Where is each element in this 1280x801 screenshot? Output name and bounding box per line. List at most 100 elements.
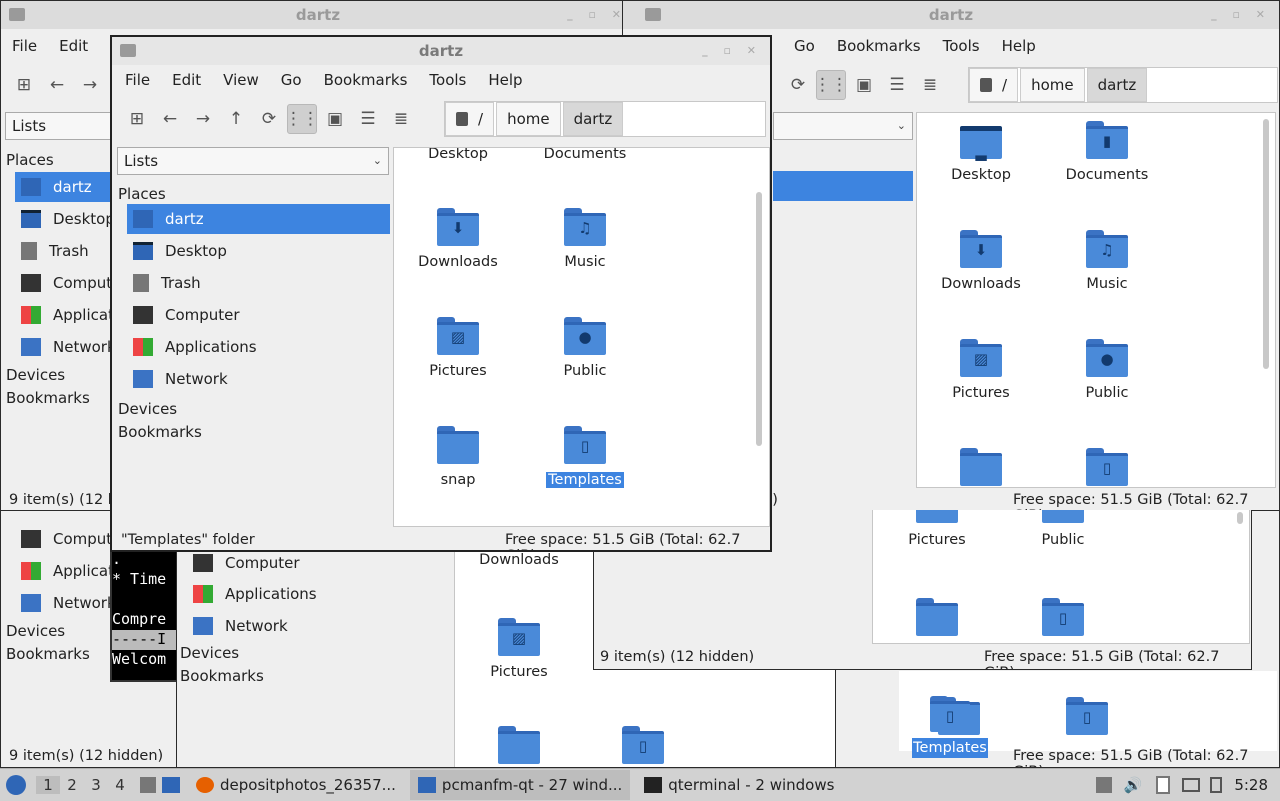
sidebar-item-computer[interactable]: Compute (15, 524, 121, 554)
task-pcmanfm[interactable]: pcmanfm-qt - 27 wind... (409, 770, 631, 800)
path-root[interactable]: / (445, 102, 495, 136)
file-item[interactable]: Public (1003, 510, 1123, 548)
sidebar-item-network[interactable]: Network (187, 611, 288, 641)
task-qterminal[interactable]: qterminal - 2 windows (636, 770, 842, 800)
file-item[interactable]: ▨ Pictures (921, 339, 1041, 401)
file-item[interactable]: Desktop (398, 148, 518, 162)
sidebar-item-trash[interactable]: Trash (127, 268, 201, 298)
sidebar-item-desktop[interactable]: Desktop (127, 236, 227, 266)
workspace-3[interactable]: 3 (84, 776, 108, 794)
file-item[interactable] (877, 598, 997, 643)
window-title-bar[interactable]: dartz _ ▫ ✕ (623, 1, 1279, 29)
menu-edit[interactable]: Edit (48, 37, 99, 55)
sidebar-item-computer[interactable]: Computer (187, 548, 300, 578)
up-icon[interactable]: ↑ (221, 104, 251, 134)
task-firefox[interactable]: depositphotos_26357... (188, 770, 404, 800)
window-controls[interactable]: _ ▫ ✕ (567, 1, 627, 29)
menu-file[interactable]: File (1, 37, 48, 55)
side-pane-mode[interactable]: Lists ⌄ (117, 147, 389, 175)
menu-view[interactable]: View (212, 71, 270, 89)
file-item[interactable]: ⬇ Downloads (921, 230, 1041, 292)
volume-icon[interactable]: 🔊 (1124, 776, 1143, 794)
side-pane-combo[interactable]: ⌄ (773, 112, 913, 140)
clock[interactable]: 5:28 (1234, 776, 1268, 794)
file-manager-launcher-icon[interactable] (140, 777, 156, 793)
menu-file[interactable]: File (114, 71, 161, 89)
back-icon[interactable]: ← (155, 104, 185, 134)
sidebar-item-network[interactable]: Network (15, 588, 116, 618)
forward-icon[interactable]: → (188, 104, 218, 134)
thumbnail-view-icon[interactable]: ▣ (849, 70, 879, 100)
file-item[interactable] (459, 726, 579, 767)
path-bar[interactable]: / home dartz (968, 67, 1278, 103)
icon-view-icon[interactable]: ⋮⋮ (285, 104, 319, 134)
file-item[interactable]: ▮ Documents (1047, 121, 1167, 183)
file-item[interactable]: ● Public (1047, 339, 1167, 401)
compact-view-icon[interactable]: ☰ (353, 104, 383, 134)
menu-bookmarks[interactable]: Bookmarks (826, 37, 932, 55)
menu-edit[interactable]: Edit (161, 71, 212, 89)
file-item[interactable]: snap (398, 426, 518, 488)
file-item[interactable]: ▯ (1027, 697, 1147, 743)
menu-tools[interactable]: Tools (932, 37, 991, 55)
file-item[interactable] (921, 448, 1041, 487)
menu-go[interactable]: Go (783, 37, 826, 55)
sidebar-item-applications[interactable]: Applications (127, 332, 257, 362)
file-view[interactable]: Pictures Public ▯ (872, 510, 1250, 644)
sidebar-item-network[interactable]: Network (15, 332, 116, 362)
eject-icon[interactable] (1095, 777, 1112, 793)
window-title-bar[interactable]: dartz _ ▫ ✕ (1, 1, 635, 29)
file-item[interactable]: Documents (525, 148, 645, 162)
reload-icon[interactable]: ⟳ (254, 104, 284, 134)
scrollbar[interactable] (1263, 119, 1269, 369)
forward-icon[interactable]: → (75, 70, 105, 100)
file-item[interactable]: ● Public (525, 317, 645, 379)
file-item[interactable]: ▯ (583, 726, 703, 767)
scrollbar[interactable] (1237, 512, 1243, 524)
file-item[interactable]: ▯ (1003, 598, 1123, 643)
sidebar-item-dartz[interactable]: dartz (15, 172, 115, 202)
workspace-2[interactable]: 2 (60, 776, 84, 794)
sidebar-item-dartz[interactable]: dartz (127, 204, 390, 234)
battery-icon[interactable] (1210, 777, 1223, 793)
file-item[interactable]: ▨ Pictures (398, 317, 518, 379)
workspace-1[interactable]: 1 (36, 776, 60, 794)
clipboard-icon[interactable] (1156, 776, 1171, 794)
path-bar[interactable]: / home dartz (444, 101, 766, 137)
menu-help[interactable]: Help (991, 37, 1047, 55)
sidebar-item-computer[interactable]: Computer (127, 300, 240, 330)
back-icon[interactable]: ← (42, 70, 72, 100)
menu-tools[interactable]: Tools (418, 71, 477, 89)
scrollbar[interactable] (756, 192, 762, 446)
file-item[interactable]: ▨ Pictures (459, 618, 579, 680)
path-home[interactable]: home (496, 102, 561, 136)
file-item[interactable]: Pictures (877, 510, 997, 548)
file-item-selected[interactable]: ▯ Templates (525, 426, 645, 488)
file-item[interactable]: ♫ Music (1047, 230, 1167, 292)
file-view[interactable]: Desktop Documents ⬇ Downloads ♫ Music ▨ Pic… (393, 147, 770, 527)
sidebar-item-applications[interactable]: Applications (187, 579, 317, 609)
path-dartz[interactable]: dartz (562, 102, 624, 136)
menu-bookmarks[interactable]: Bookmarks (313, 71, 419, 89)
side-pane-mode[interactable]: Lists (5, 112, 125, 140)
detailed-view-icon[interactable]: ≣ (386, 104, 416, 134)
sidebar-item-trash[interactable]: Trash (15, 236, 89, 266)
file-view[interactable]: ▬ Desktop ▮ Documents ⬇ Downloads ♫ Music ▨ P… (916, 112, 1276, 488)
thumbnail-view-icon[interactable]: ▣ (320, 104, 350, 134)
window-title-bar[interactable]: dartz _ ▫ ✕ (112, 37, 770, 65)
file-item[interactable]: ▬ Desktop (921, 121, 1041, 183)
terminal-window[interactable]: . * Time Compre -----I Welcom (110, 548, 180, 682)
workspace-4[interactable]: 4 (108, 776, 132, 794)
menu-help[interactable]: Help (477, 71, 533, 89)
file-manager-window-active[interactable]: dartz _ ▫ ✕ File Edit View Go Bookmarks … (110, 35, 772, 552)
path-dartz[interactable]: dartz (1086, 68, 1148, 102)
new-tab-icon[interactable]: ⊞ (9, 70, 39, 100)
file-item[interactable]: ♫ Music (525, 208, 645, 270)
show-desktop-icon[interactable] (162, 777, 180, 793)
sidebar-item-computer[interactable]: Compute (15, 268, 121, 298)
file-item[interactable]: ⬇ Downloads (398, 208, 518, 270)
new-tab-icon[interactable]: ⊞ (122, 104, 152, 134)
compact-view-icon[interactable]: ☰ (882, 70, 912, 100)
network-tray-icon[interactable] (1182, 778, 1201, 792)
path-root[interactable]: / (969, 68, 1019, 102)
